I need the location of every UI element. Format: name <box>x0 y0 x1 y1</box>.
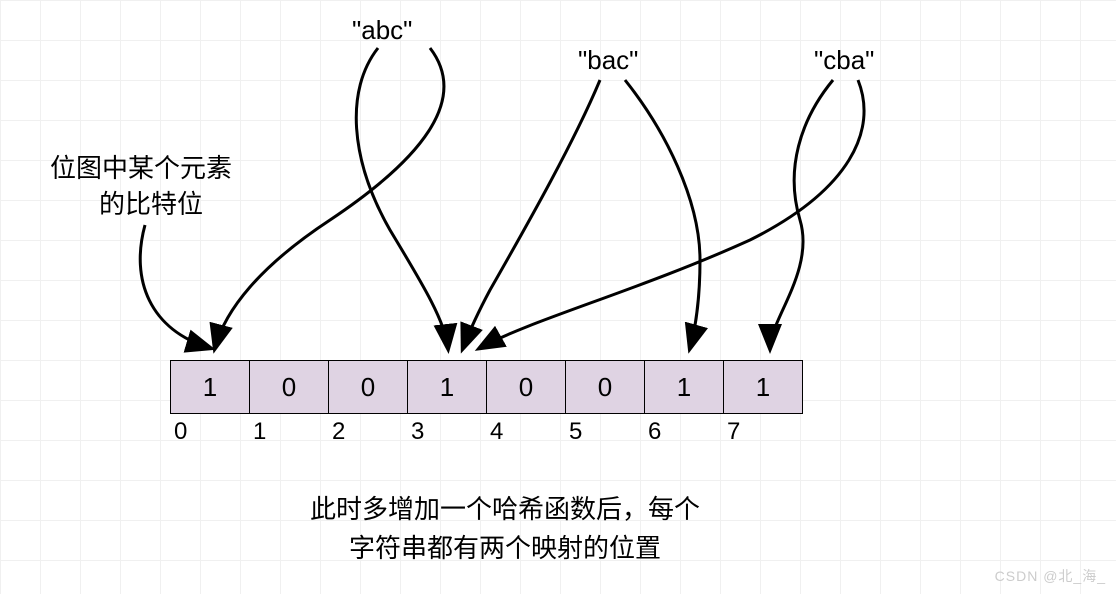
index-labels: 0 1 2 3 4 5 6 7 <box>170 418 803 446</box>
bit-array: 1 0 0 1 0 0 1 1 <box>170 360 803 414</box>
bottom-line1: 此时多增加一个哈希函数后，每个 <box>310 490 700 529</box>
index-label: 3 <box>407 418 487 446</box>
bit-cell: 1 <box>407 360 487 414</box>
bit-cell: 1 <box>644 360 724 414</box>
bit-cell: 1 <box>170 360 250 414</box>
index-label: 6 <box>644 418 724 446</box>
string-label-abc: "abc" <box>352 15 412 46</box>
string-label-cba: "cba" <box>814 45 874 76</box>
index-label: 2 <box>328 418 408 446</box>
index-label: 7 <box>723 418 803 446</box>
bit-cell: 0 <box>486 360 566 414</box>
index-label: 1 <box>249 418 329 446</box>
bit-cell: 0 <box>328 360 408 414</box>
bit-cell: 0 <box>249 360 329 414</box>
bit-cell: 1 <box>723 360 803 414</box>
index-label: 4 <box>486 418 566 446</box>
bottom-text: 此时多增加一个哈希函数后，每个 字符串都有两个映射的位置 <box>310 490 700 568</box>
bottom-line2: 字符串都有两个映射的位置 <box>310 529 700 568</box>
index-label: 0 <box>170 418 250 446</box>
bit-cell: 0 <box>565 360 645 414</box>
description-line2: 的比特位 <box>70 186 232 222</box>
string-label-bac: "bac" <box>578 45 638 76</box>
description-text: 位图中某个元素 的比特位 <box>50 150 232 223</box>
index-label: 5 <box>565 418 645 446</box>
watermark: CSDN @北_海_ <box>995 566 1106 586</box>
description-line1: 位图中某个元素 <box>50 150 232 186</box>
